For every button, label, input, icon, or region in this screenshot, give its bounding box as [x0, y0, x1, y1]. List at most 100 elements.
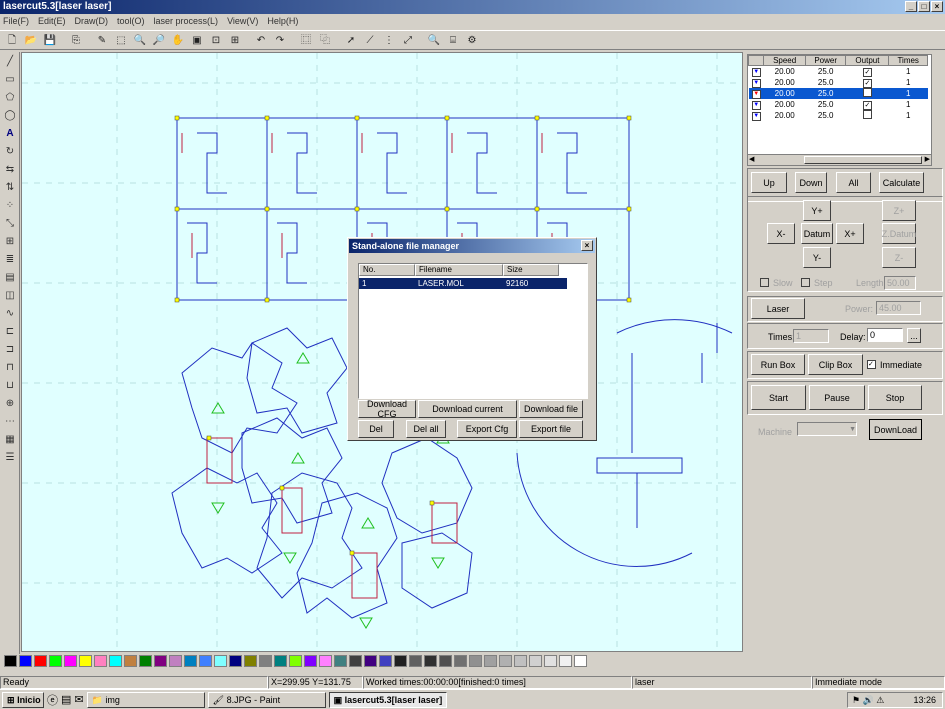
color-swatch[interactable]: [274, 655, 287, 667]
color-swatch[interactable]: [154, 655, 167, 667]
scroll-left-icon[interactable]: ◀: [749, 155, 754, 163]
layer-grid[interactable]: Speed Power Output Times ▼ 20.00 25.0 ✓ …: [747, 54, 932, 166]
task-paint[interactable]: 🖌 8.JPG - Paint: [207, 691, 326, 708]
array-tool-icon[interactable]: ⊞: [1, 233, 19, 250]
up-button[interactable]: Up: [751, 172, 787, 193]
menu-draw[interactable]: Draw(D): [75, 14, 109, 28]
align-right-icon[interactable]: ⊐: [1, 341, 19, 358]
pause-button[interactable]: Pause: [809, 385, 865, 410]
tray-icons[interactable]: ⚑ 🔊 ⚠: [852, 693, 884, 707]
color-swatch[interactable]: [529, 655, 542, 667]
color-swatch[interactable]: [514, 655, 527, 667]
down-button[interactable]: Down: [795, 172, 827, 193]
same-size-icon[interactable]: ▦: [1, 431, 19, 448]
download-file-button[interactable]: Download file: [519, 400, 583, 418]
polygon-tool-icon[interactable]: ⬠: [1, 89, 19, 106]
color-swatch[interactable]: [454, 655, 467, 667]
desktop-icon[interactable]: ▤: [61, 693, 71, 706]
color-swatch[interactable]: [199, 655, 212, 667]
del-button[interactable]: Del: [358, 420, 394, 438]
color-swatch[interactable]: [184, 655, 197, 667]
layer-color-dropdown-icon[interactable]: ▼: [751, 68, 761, 77]
color-swatch[interactable]: [4, 655, 17, 667]
close-button[interactable]: ×: [931, 1, 943, 12]
maximize-button[interactable]: □: [918, 1, 930, 12]
immediate-checkbox[interactable]: ✓: [867, 360, 876, 369]
offset-tool-icon[interactable]: ◫: [1, 287, 19, 304]
layer-icon[interactable]: ☰: [1, 449, 19, 466]
color-swatch[interactable]: [304, 655, 317, 667]
color-swatch[interactable]: [289, 655, 302, 667]
pan-hand-icon[interactable]: ✋: [169, 32, 187, 49]
color-swatch[interactable]: [229, 655, 242, 667]
color-swatch[interactable]: [349, 655, 362, 667]
align-bottom-icon[interactable]: ⊔: [1, 377, 19, 394]
y-plus-button[interactable]: Y+: [803, 200, 831, 221]
color-swatch[interactable]: [259, 655, 272, 667]
y-minus-button[interactable]: Y-: [803, 247, 831, 268]
download-button[interactable]: DownLoad: [869, 419, 922, 440]
color-swatch[interactable]: [124, 655, 137, 667]
layer-row[interactable]: ▼ 20.00 25.0 ✓ 1: [749, 77, 928, 88]
delay-browse-button[interactable]: ...: [907, 328, 921, 343]
path-icon[interactable]: ⤢: [399, 32, 417, 49]
color-swatch[interactable]: [244, 655, 257, 667]
color-swatch[interactable]: [334, 655, 347, 667]
scroll-right-icon[interactable]: ▶: [925, 155, 930, 163]
length-field[interactable]: 50.00: [884, 276, 916, 290]
calculate-button[interactable]: Calculate: [879, 172, 924, 193]
file-row[interactable]: 1 LASER.MOL 92160: [359, 278, 567, 289]
laser-button[interactable]: Laser: [751, 298, 805, 319]
rectangle-tool-icon[interactable]: ▭: [1, 71, 19, 88]
dialog-close-button[interactable]: ×: [581, 240, 593, 251]
all-button[interactable]: All: [836, 172, 871, 193]
color-swatch[interactable]: [49, 655, 62, 667]
task-lasercut[interactable]: ▣ lasercut5.3[laser laser]: [328, 691, 447, 708]
preview-icon[interactable]: 🔍: [425, 32, 443, 49]
color-swatch[interactable]: [79, 655, 92, 667]
power-field[interactable]: 45.00: [876, 301, 921, 315]
zoom-page-icon[interactable]: ▣: [188, 32, 206, 49]
menu-edit[interactable]: Edit(E): [38, 14, 66, 28]
times-field[interactable]: 1: [793, 329, 829, 343]
color-swatch[interactable]: [409, 655, 422, 667]
line-direction-icon[interactable]: ⟋: [361, 32, 379, 49]
menu-file[interactable]: File(F): [3, 14, 29, 28]
color-swatch[interactable]: [364, 655, 377, 667]
ellipse-tool-icon[interactable]: ◯: [1, 107, 19, 124]
color-swatch[interactable]: [484, 655, 497, 667]
color-swatch[interactable]: [214, 655, 227, 667]
color-swatch[interactable]: [379, 655, 392, 667]
ie-icon[interactable]: ⓔ: [47, 692, 58, 708]
color-swatch[interactable]: [139, 655, 152, 667]
z-minus-button[interactable]: Z-: [882, 247, 916, 268]
rotate-tool-icon[interactable]: ↻: [1, 143, 19, 160]
menu-tool[interactable]: tool(O): [117, 14, 145, 28]
layer-row-selected[interactable]: ▼ 20.00 25.0 1: [748, 88, 928, 99]
del-all-button[interactable]: Del all: [406, 420, 446, 438]
x-minus-button[interactable]: X-: [767, 223, 795, 244]
z-plus-button[interactable]: Z+: [882, 200, 916, 221]
ungroup-icon[interactable]: ⿻: [316, 32, 334, 49]
file-list[interactable]: No. Filename Size 1 LASER.MOL 92160: [358, 263, 588, 399]
undo-icon[interactable]: ↶: [252, 32, 270, 49]
layer-output-checkbox[interactable]: [862, 110, 872, 119]
layer-row[interactable]: ▼ 20.00 25.0 ✓ 1: [749, 66, 928, 77]
run-box-button[interactable]: Run Box: [751, 354, 805, 375]
select-icon[interactable]: ⬚: [112, 32, 130, 49]
scroll-thumb[interactable]: [804, 156, 922, 164]
layer-output-checkbox[interactable]: ✓: [862, 100, 872, 110]
text-tool-icon[interactable]: A: [1, 125, 19, 142]
machine-select[interactable]: ▼: [797, 422, 857, 436]
open-folder-icon[interactable]: 📂: [22, 32, 40, 49]
cut-direction-icon[interactable]: ➚: [342, 32, 360, 49]
zoom-in-icon[interactable]: 🔍: [131, 32, 149, 49]
export-cfg-button[interactable]: Export Cfg: [457, 420, 517, 438]
line-tool-icon[interactable]: ╱: [1, 53, 19, 70]
mirror-h-icon[interactable]: ⇆: [1, 161, 19, 178]
save-icon[interactable]: 💾: [41, 32, 59, 49]
align-center-icon[interactable]: ⊕: [1, 395, 19, 412]
horizontal-scrollbar[interactable]: ◀ ▶: [748, 154, 931, 165]
color-swatch[interactable]: [544, 655, 557, 667]
z-datum-button[interactable]: Z.Datum: [882, 223, 916, 244]
